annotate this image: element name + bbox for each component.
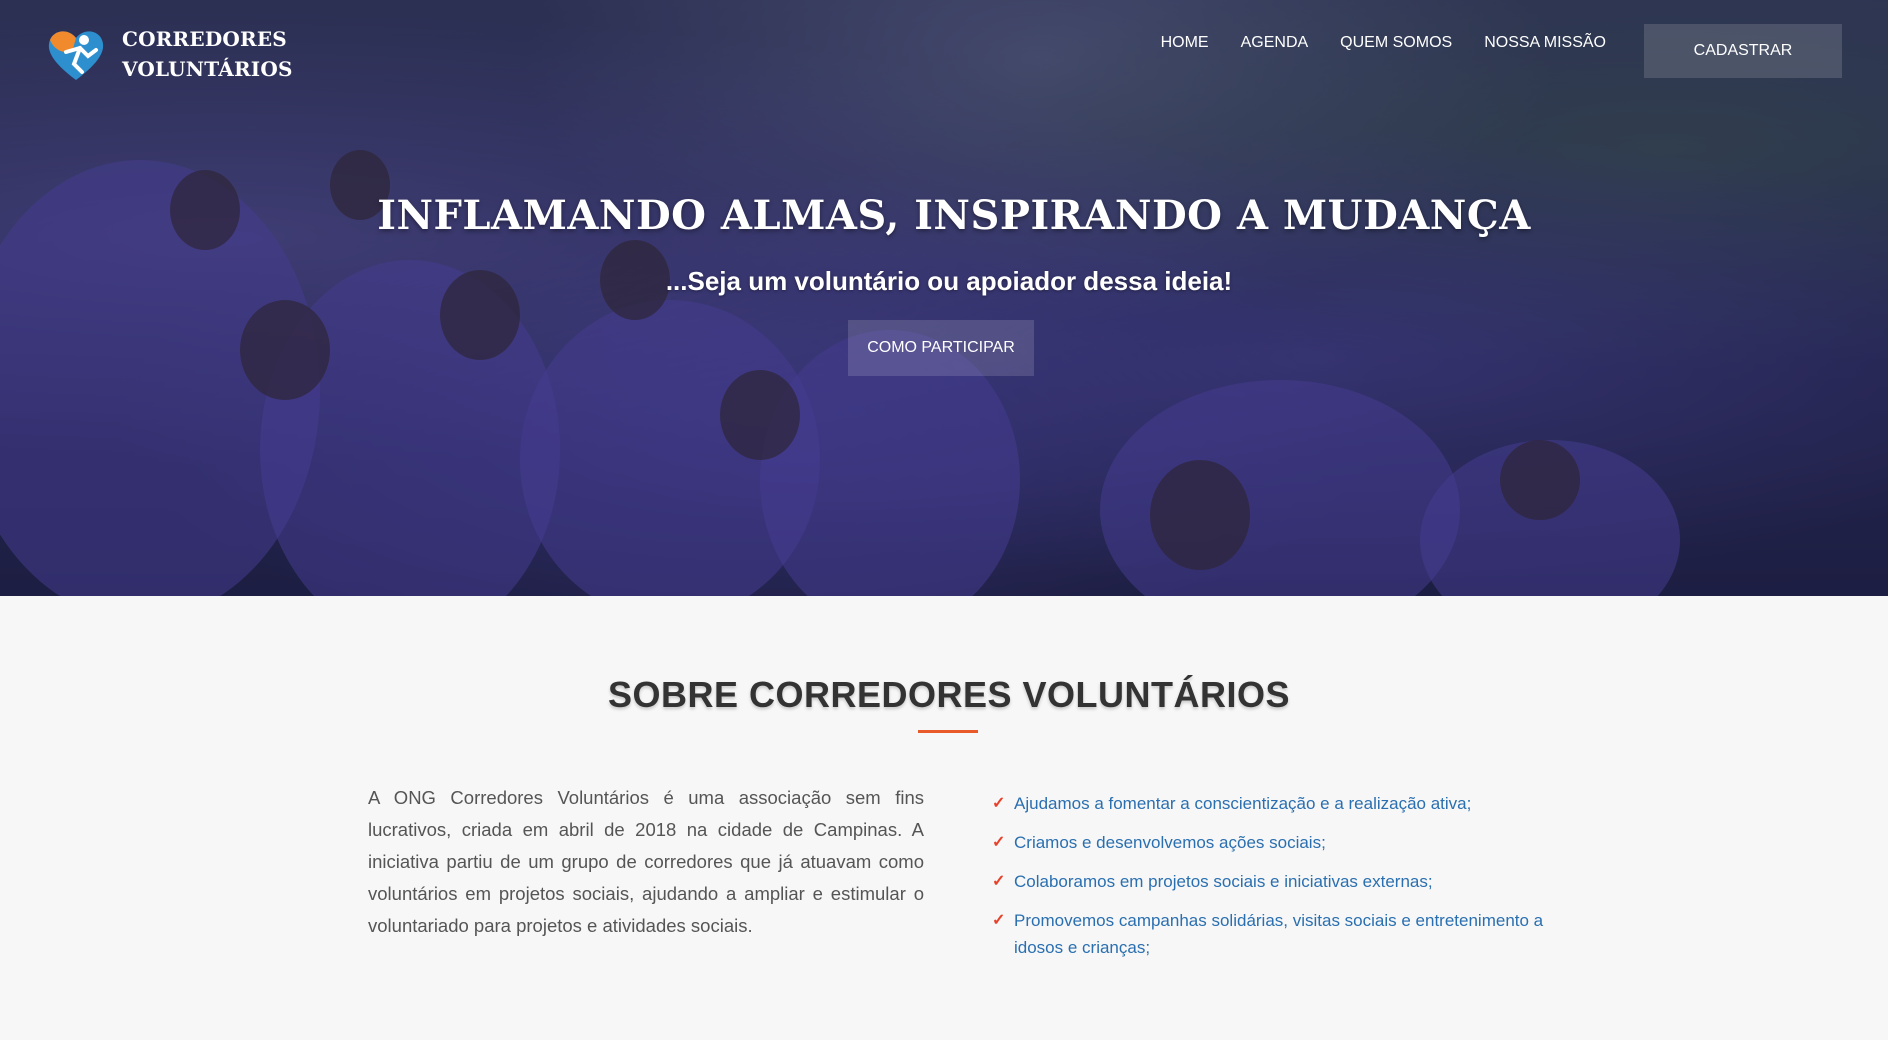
brand-line-1: CORREDORES — [122, 27, 287, 51]
list-item: ✓ Criamos e desenvolvemos ações sociais; — [992, 829, 1552, 856]
main-nav: HOME AGENDA QUEM SOMOS NOSSA MISSÃO — [1129, 32, 1606, 54]
nav-agenda[interactable]: AGENDA — [1241, 32, 1309, 54]
title-underline — [918, 730, 978, 733]
checkmark-icon: ✓ — [992, 795, 1006, 812]
heart-runner-icon — [48, 31, 104, 80]
register-button[interactable]: CADASTRAR — [1644, 24, 1842, 78]
brand-line-2: VOLUNTÁRIOS — [122, 57, 293, 81]
list-item-text: Promovemos campanhas solidárias, visitas… — [1014, 911, 1544, 957]
list-item: ✓ Colaboramos em projetos sociais e inic… — [992, 868, 1552, 895]
list-item-text: Criamos e desenvolvemos ações sociais; — [1014, 833, 1326, 852]
about-description: A ONG Corredores Voluntários é uma assoc… — [368, 787, 924, 936]
brand-name: CORREDORES VOLUNTÁRIOS — [122, 24, 293, 84]
list-item: ✓ Ajudamos a fomentar a conscientização … — [992, 790, 1552, 817]
list-item-text: Ajudamos a fomentar a conscientização e … — [1014, 794, 1472, 813]
nav-nossa-missao[interactable]: NOSSA MISSÃO — [1484, 32, 1606, 54]
nav-quem-somos[interactable]: QUEM SOMOS — [1340, 32, 1452, 54]
list-item: ✓ Promovemos campanhas solidárias, visit… — [992, 907, 1552, 961]
about-section: SOBRE CORREDORES VOLUNTÁRIOS A ONG Corre… — [0, 596, 1888, 1040]
about-title: SOBRE CORREDORES VOLUNTÁRIOS — [607, 674, 1291, 715]
nav-home[interactable]: HOME — [1161, 32, 1209, 54]
about-feature-list: ✓ Ajudamos a fomentar a conscientização … — [992, 790, 1552, 973]
hero-title: INFLAMANDO ALMAS, INSPIRANDO A MUDANÇA — [377, 192, 1531, 239]
checkmark-icon: ✓ — [992, 912, 1006, 929]
hero-subtitle: ...Seja um voluntário ou apoiador dessa … — [665, 266, 1233, 296]
how-to-participate-button[interactable]: COMO PARTICIPAR — [848, 320, 1034, 376]
checkmark-icon: ✓ — [992, 873, 1006, 890]
brand-logo[interactable]: CORREDORES VOLUNTÁRIOS — [44, 22, 293, 86]
list-item-text: Colaboramos em projetos sociais e inicia… — [1014, 872, 1433, 891]
checkmark-icon: ✓ — [992, 834, 1006, 851]
hero-section: CORREDORES VOLUNTÁRIOS HOME AGENDA QUEM … — [0, 0, 1888, 596]
